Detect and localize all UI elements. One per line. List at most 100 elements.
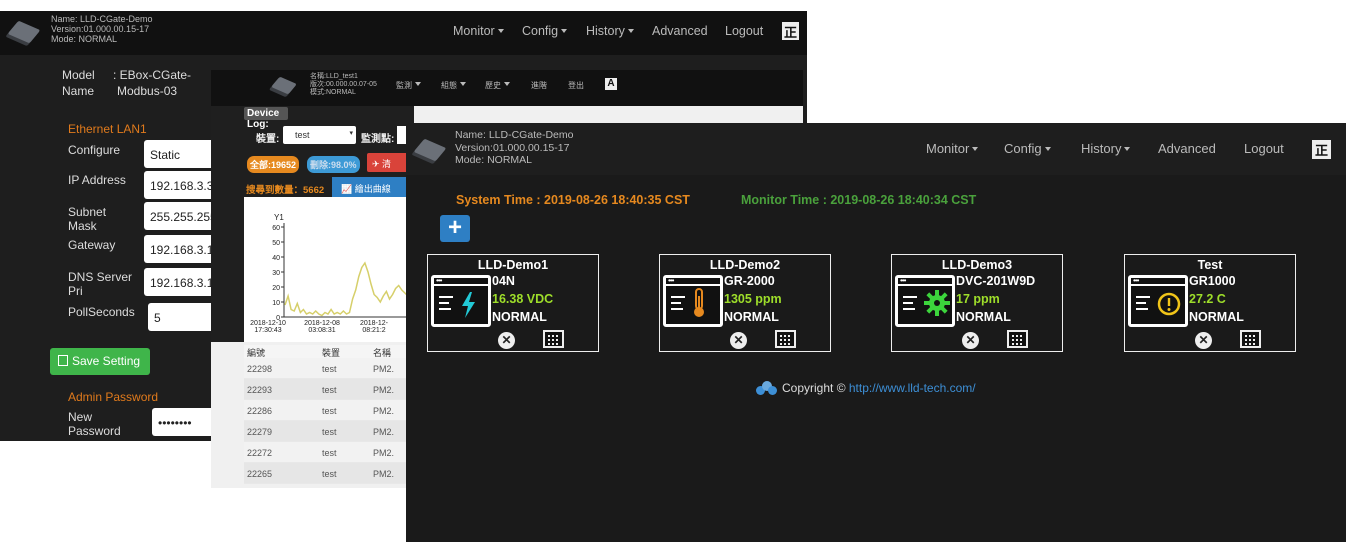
nav-history[interactable]: 歷史 bbox=[485, 80, 510, 91]
x-tick-label-time: 03:08:31 bbox=[308, 327, 335, 334]
y-tick-label: 10 bbox=[272, 300, 280, 307]
table-header: 編號 裝置 名稱 bbox=[244, 345, 414, 358]
new-password-label: New Password bbox=[68, 410, 121, 438]
device-card[interactable]: LLD-Demo1 ••• 04N 16.38 VDC NORMAL ✕ bbox=[427, 254, 599, 352]
y-tick-label: 40 bbox=[272, 255, 280, 262]
grid-icon[interactable] bbox=[775, 330, 796, 348]
language-icon[interactable]: 正 bbox=[782, 22, 799, 40]
draw-chart-button[interactable]: 📈 繪出曲線 bbox=[332, 177, 414, 197]
device-info: 名稱:LLD_test1 版次:00.000.00.07-05 模式:NORMA… bbox=[310, 73, 377, 96]
monitor-icon: ••• bbox=[1128, 275, 1188, 327]
device-log-label: Device Log: bbox=[244, 107, 288, 130]
x-tick-label-date: 2018-12-08 bbox=[304, 320, 340, 327]
nav-advanced[interactable]: Advanced bbox=[1158, 141, 1216, 156]
nav-logout[interactable]: Logout bbox=[725, 24, 763, 38]
card-model: 04N bbox=[492, 274, 515, 288]
card-status: NORMAL bbox=[956, 310, 1011, 324]
device-card[interactable]: LLD-Demo2 ••• GR-2000 1305 ppm NORMAL ✕ bbox=[659, 254, 831, 352]
table-cell: test bbox=[322, 448, 337, 458]
warning-icon bbox=[1157, 292, 1181, 321]
table-cell: 22298 bbox=[247, 364, 273, 374]
top-navbar: Name: LLD-CGate-Demo Version:01.000.00.1… bbox=[406, 123, 1346, 175]
nav-history[interactable]: History bbox=[586, 24, 634, 38]
total-badge: 全部:19652 bbox=[247, 156, 300, 173]
y-tick-label: 20 bbox=[272, 285, 280, 292]
ethernet-section-title: Ethernet LAN1 bbox=[68, 122, 147, 136]
nav-config[interactable]: Config bbox=[522, 24, 568, 38]
name-label: Name bbox=[62, 84, 95, 98]
card-title: Test bbox=[1197, 258, 1223, 272]
table-cell: test bbox=[322, 469, 337, 479]
close-icon[interactable]: ✕ bbox=[1195, 332, 1212, 349]
language-icon[interactable]: 正 bbox=[1312, 140, 1331, 159]
company-link[interactable]: http://www.lld-tech.com/ bbox=[849, 381, 976, 395]
nav-logout[interactable]: Logout bbox=[1244, 141, 1284, 156]
device-card[interactable]: Test ••• GR1000 27.2 C NORMAL ✕ bbox=[1124, 254, 1296, 352]
device-version: Version:01.000.00.15-17 bbox=[455, 141, 570, 154]
admin-section-title: Admin Password bbox=[68, 390, 159, 404]
chart-svg: Y101020304050602018-12-1017:30:432018-12… bbox=[250, 213, 412, 334]
grid-icon[interactable] bbox=[1007, 330, 1028, 348]
card-title: LLD-Demo1 bbox=[477, 258, 549, 272]
device-info: Name: LLD-CGate-Demo Version:01.000.00.1… bbox=[51, 14, 153, 44]
device-icon bbox=[7, 20, 41, 44]
table-cell: test bbox=[322, 427, 337, 437]
nav-monitor[interactable]: Monitor bbox=[453, 24, 504, 38]
language-icon[interactable]: A bbox=[605, 78, 617, 90]
dns-label: DNS Server Pri bbox=[68, 270, 133, 298]
table-cell: PM2. bbox=[373, 448, 395, 458]
card-value: 17 ppm bbox=[956, 292, 1000, 306]
table-row[interactable]: 22279 test PM2. bbox=[244, 421, 414, 442]
table-row[interactable]: 22272 test PM2. bbox=[244, 442, 414, 463]
card-value: 16.38 VDC bbox=[492, 292, 554, 306]
table-row[interactable]: 22286 test PM2. bbox=[244, 400, 414, 421]
card-model: GR-2000 bbox=[724, 274, 775, 288]
device-icon bbox=[271, 76, 297, 95]
footer-copyright: Copyright © http://www.lld-tech.com/ bbox=[756, 381, 976, 395]
y-axis-label: Y1 bbox=[274, 213, 284, 222]
chart-line-icon: 📈 bbox=[341, 184, 353, 194]
model-label: Model bbox=[62, 68, 95, 82]
point-label: 監測點: bbox=[361, 134, 395, 145]
nav-logout[interactable]: 登出 bbox=[568, 80, 584, 91]
subnet-label: Subnet Mask bbox=[68, 205, 107, 233]
table-row[interactable]: 22298 test PM2. bbox=[244, 358, 414, 379]
table-row[interactable]: 22265 test PM2. bbox=[244, 463, 414, 484]
close-icon[interactable]: ✕ bbox=[498, 332, 515, 349]
table-cell: PM2. bbox=[373, 406, 395, 416]
top-navbar-cn: 名稱:LLD_test1 版次:00.000.00.07-05 模式:NORMA… bbox=[211, 70, 803, 106]
close-icon[interactable]: ✕ bbox=[962, 332, 979, 349]
x-tick-label-time: 17:30:43 bbox=[254, 327, 281, 334]
nav-advanced[interactable]: 進階 bbox=[531, 80, 547, 91]
add-device-button[interactable]: + bbox=[440, 215, 470, 242]
table-cell: 22293 bbox=[247, 385, 273, 395]
device-name: Name: LLD-CGate-Demo bbox=[51, 14, 153, 24]
nav-history[interactable]: History bbox=[1081, 141, 1131, 156]
device-mode: Mode: NORMAL bbox=[455, 154, 533, 166]
monitor-window: Name: LLD-CGate-Demo Version:01.000.00.1… bbox=[406, 123, 1346, 542]
nav-config[interactable]: Config bbox=[1004, 141, 1051, 156]
poll-label: PollSeconds bbox=[68, 305, 135, 319]
dropdown-arrow-icon: ▾ bbox=[349, 130, 353, 137]
nav-monitor[interactable]: Monitor bbox=[926, 141, 979, 156]
grid-icon[interactable] bbox=[543, 330, 564, 348]
save-setting-button[interactable]: Save Setting bbox=[50, 348, 150, 375]
grid-icon[interactable] bbox=[1240, 330, 1261, 348]
nav-advanced[interactable]: Advanced bbox=[652, 24, 708, 38]
percent-badge: 刪除:98.0% bbox=[307, 156, 360, 173]
device-select[interactable]: test ▾ bbox=[283, 126, 356, 144]
x-tick-label-date: 2018-12-10 bbox=[250, 320, 286, 327]
device-card[interactable]: LLD-Demo3 ••• DVC-201W9D 17 ppm NORMAL ✕ bbox=[891, 254, 1063, 352]
thermometer-icon bbox=[692, 288, 706, 323]
table-cell: 22286 bbox=[247, 406, 273, 416]
monitor-icon: ••• bbox=[663, 275, 723, 327]
nav-config[interactable]: 組態 bbox=[441, 80, 466, 91]
card-title: LLD-Demo2 bbox=[709, 258, 781, 272]
close-icon[interactable]: ✕ bbox=[730, 332, 747, 349]
nav-monitor[interactable]: 監測 bbox=[396, 80, 421, 91]
table-row[interactable]: 22293 test PM2. bbox=[244, 379, 414, 400]
table-cell: test bbox=[322, 385, 337, 395]
device-info: Name: LLD-CGate-Demo Version:01.000.00.1… bbox=[455, 129, 573, 167]
history-chart: Y1 0 10 20 30 40 50 60 2018-12-10 17:30:43 2018-12… bbox=[244, 197, 414, 342]
card-title: LLD-Demo3 bbox=[941, 258, 1013, 272]
